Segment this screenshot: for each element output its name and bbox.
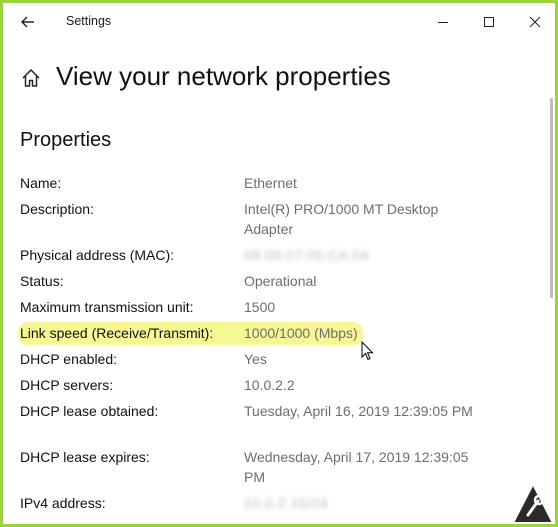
page-header: View your network properties <box>20 61 555 101</box>
property-label: IPv4 address: <box>20 495 106 511</box>
maximize-icon <box>484 17 494 27</box>
property-value: 1500 <box>244 299 276 315</box>
property-row-dhcp-servers: DHCP servers: 10.0.2.2 <box>20 375 540 401</box>
property-row-ipv4: IPv4 address: 10.0.2.15/24 <box>20 493 540 519</box>
property-label: Maximum transmission unit: <box>20 299 194 315</box>
property-row-name: Name: Ethernet <box>20 173 540 199</box>
property-value: Wednesday, April 17, 2019 12:39:05 PM <box>244 449 469 485</box>
property-value: 1000/1000 (Mbps) <box>244 325 358 341</box>
property-value: 10.0.2.2 <box>244 377 295 393</box>
property-label: Link speed (Receive/Transmit): <box>20 325 214 341</box>
properties-list: Name: Ethernet Description: Intel(R) PRO… <box>18 173 540 519</box>
property-row-status: Status: Operational <box>20 271 540 297</box>
window-title: Settings <box>66 14 112 28</box>
title-bar: Settings <box>3 3 555 41</box>
property-row-dhcp-enabled: DHCP enabled: Yes <box>20 349 540 375</box>
home-icon[interactable] <box>20 67 42 89</box>
property-value-redacted: 08:00:27:05:CA:04 <box>244 247 370 263</box>
property-label: DHCP lease expires: <box>20 449 150 465</box>
back-arrow-icon <box>21 16 34 28</box>
property-value: Intel(R) PRO/1000 MT Desktop Adapter <box>244 201 439 237</box>
property-row-link-speed: Link speed (Receive/Transmit): 1000/1000… <box>20 323 540 349</box>
property-value-redacted: 10.0.2.15/24 <box>244 495 328 511</box>
close-icon <box>529 16 541 28</box>
property-row-lease-obtained: DHCP lease obtained: Tuesday, April 16, … <box>20 401 540 447</box>
maximize-button[interactable] <box>476 10 502 34</box>
property-label: Physical address (MAC): <box>20 247 175 263</box>
property-row-description: Description: Intel(R) PRO/1000 MT Deskto… <box>20 199 540 245</box>
mouse-cursor-icon <box>361 341 374 361</box>
property-label: Name: <box>20 175 62 191</box>
minimize-button[interactable] <box>430 10 456 34</box>
property-label: Description: <box>20 201 94 217</box>
property-label: DHCP lease obtained: <box>20 403 159 419</box>
close-button[interactable] <box>522 10 548 34</box>
page-title: View your network properties <box>56 61 391 91</box>
wrench-logo-icon <box>511 481 555 524</box>
property-label: Status: <box>20 273 64 289</box>
property-value: Ethernet <box>244 175 297 191</box>
settings-window: Settings View your network properties Pr… <box>0 0 558 527</box>
section-title: Properties <box>20 129 112 151</box>
property-value: Yes <box>244 351 267 367</box>
property-row-mtu: Maximum transmission unit: 1500 <box>20 297 540 323</box>
scrollbar[interactable] <box>550 98 553 298</box>
property-value: Operational <box>244 273 317 289</box>
back-button[interactable] <box>17 11 39 33</box>
property-row-lease-expires: DHCP lease expires: Wednesday, April 17,… <box>20 447 540 493</box>
property-row-mac: Physical address (MAC): 08:00:27:05:CA:0… <box>20 245 540 271</box>
minimize-icon <box>438 22 448 23</box>
property-label: DHCP servers: <box>20 377 114 393</box>
property-value: Tuesday, April 16, 2019 12:39:05 PM <box>244 403 473 419</box>
property-label: DHCP enabled: <box>20 351 118 367</box>
